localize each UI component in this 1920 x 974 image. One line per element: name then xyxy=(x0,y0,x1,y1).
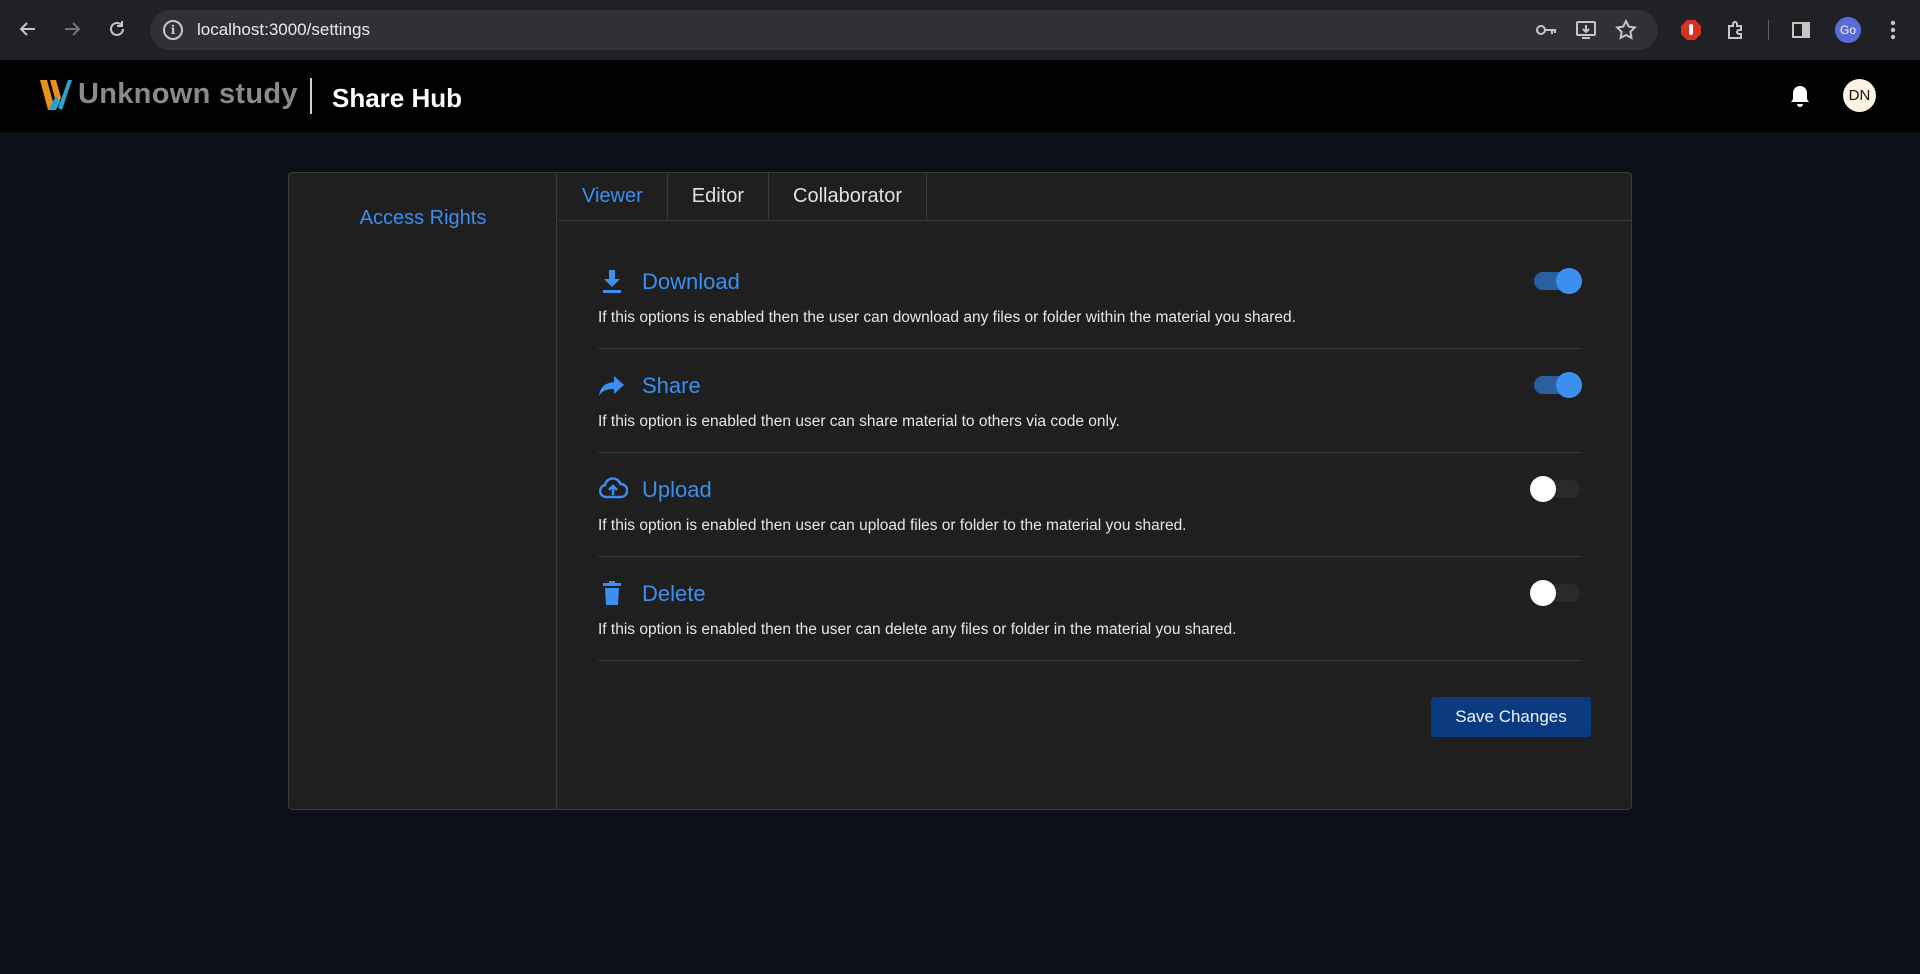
permission-title: Download xyxy=(642,269,740,294)
permission-title: Upload xyxy=(642,477,712,502)
menu-icon[interactable] xyxy=(1880,17,1906,43)
permission-title: Share xyxy=(642,373,701,398)
app-header: Unknown study Share Hub DN xyxy=(0,60,1920,132)
permission-description: If this option is enabled then user can … xyxy=(598,413,1120,430)
user-avatar[interactable]: DN xyxy=(1843,79,1876,112)
app-title: Share Hub xyxy=(332,83,463,113)
install-icon[interactable] xyxy=(1574,18,1598,42)
tab-collaborator[interactable]: Collaborator xyxy=(769,173,927,220)
share-icon xyxy=(598,371,626,399)
permission-description: If this options is enabled then the user… xyxy=(598,309,1296,326)
toggle-knob xyxy=(1556,268,1582,294)
puzzle-icon[interactable] xyxy=(1723,17,1749,43)
extension-stop-icon[interactable] xyxy=(1678,17,1704,43)
brand-name[interactable]: Unknown study xyxy=(78,78,298,111)
browser-toolbar: i localhost:3000/settings Go xyxy=(0,0,1920,60)
settings-card: Access Rights Viewer Editor Collaborator… xyxy=(288,172,1632,810)
permission-upload: Upload If this option is enabled then us… xyxy=(598,453,1581,557)
star-icon[interactable] xyxy=(1614,18,1638,42)
upload-toggle[interactable] xyxy=(1530,476,1580,502)
upload-icon xyxy=(598,475,629,503)
site-info-icon[interactable]: i xyxy=(163,20,183,40)
brand-divider xyxy=(310,78,312,114)
toggle-knob xyxy=(1530,580,1556,606)
toolbar-separator xyxy=(1768,20,1769,40)
role-tabs: Viewer Editor Collaborator xyxy=(558,173,1631,221)
delete-toggle[interactable] xyxy=(1530,580,1580,606)
download-toggle[interactable] xyxy=(1534,268,1582,294)
permission-download: Download If this options is enabled then… xyxy=(598,245,1582,349)
address-bar[interactable]: i localhost:3000/settings xyxy=(150,10,1658,50)
permission-description: If this option is enabled then the user … xyxy=(598,621,1237,638)
back-icon[interactable] xyxy=(14,15,42,43)
forward-icon[interactable] xyxy=(58,15,86,43)
toggle-knob xyxy=(1530,476,1556,502)
sidebar-item-access-rights[interactable]: Access Rights xyxy=(289,207,557,230)
bell-icon[interactable] xyxy=(1786,82,1814,110)
permission-title: Delete xyxy=(642,581,706,606)
tab-viewer[interactable]: Viewer xyxy=(558,173,668,220)
url-text: localhost:3000/settings xyxy=(197,20,370,39)
tab-editor[interactable]: Editor xyxy=(668,173,770,220)
permission-delete: Delete If this option is enabled then th… xyxy=(598,557,1581,661)
settings-sidebar: Access Rights xyxy=(289,173,557,809)
side-panel-icon[interactable] xyxy=(1788,17,1814,43)
permission-share: Share If this option is enabled then use… xyxy=(598,349,1582,453)
key-icon[interactable] xyxy=(1534,18,1558,42)
reload-icon[interactable] xyxy=(103,15,131,43)
share-toggle[interactable] xyxy=(1534,372,1582,398)
permission-description: If this option is enabled then user can … xyxy=(598,517,1187,534)
save-changes-button[interactable]: Save Changes xyxy=(1431,697,1591,737)
toggle-knob xyxy=(1556,372,1582,398)
delete-icon xyxy=(598,579,626,607)
download-icon xyxy=(598,267,626,295)
browser-profile-avatar[interactable]: Go xyxy=(1835,17,1861,43)
logo-icon[interactable] xyxy=(38,78,72,112)
